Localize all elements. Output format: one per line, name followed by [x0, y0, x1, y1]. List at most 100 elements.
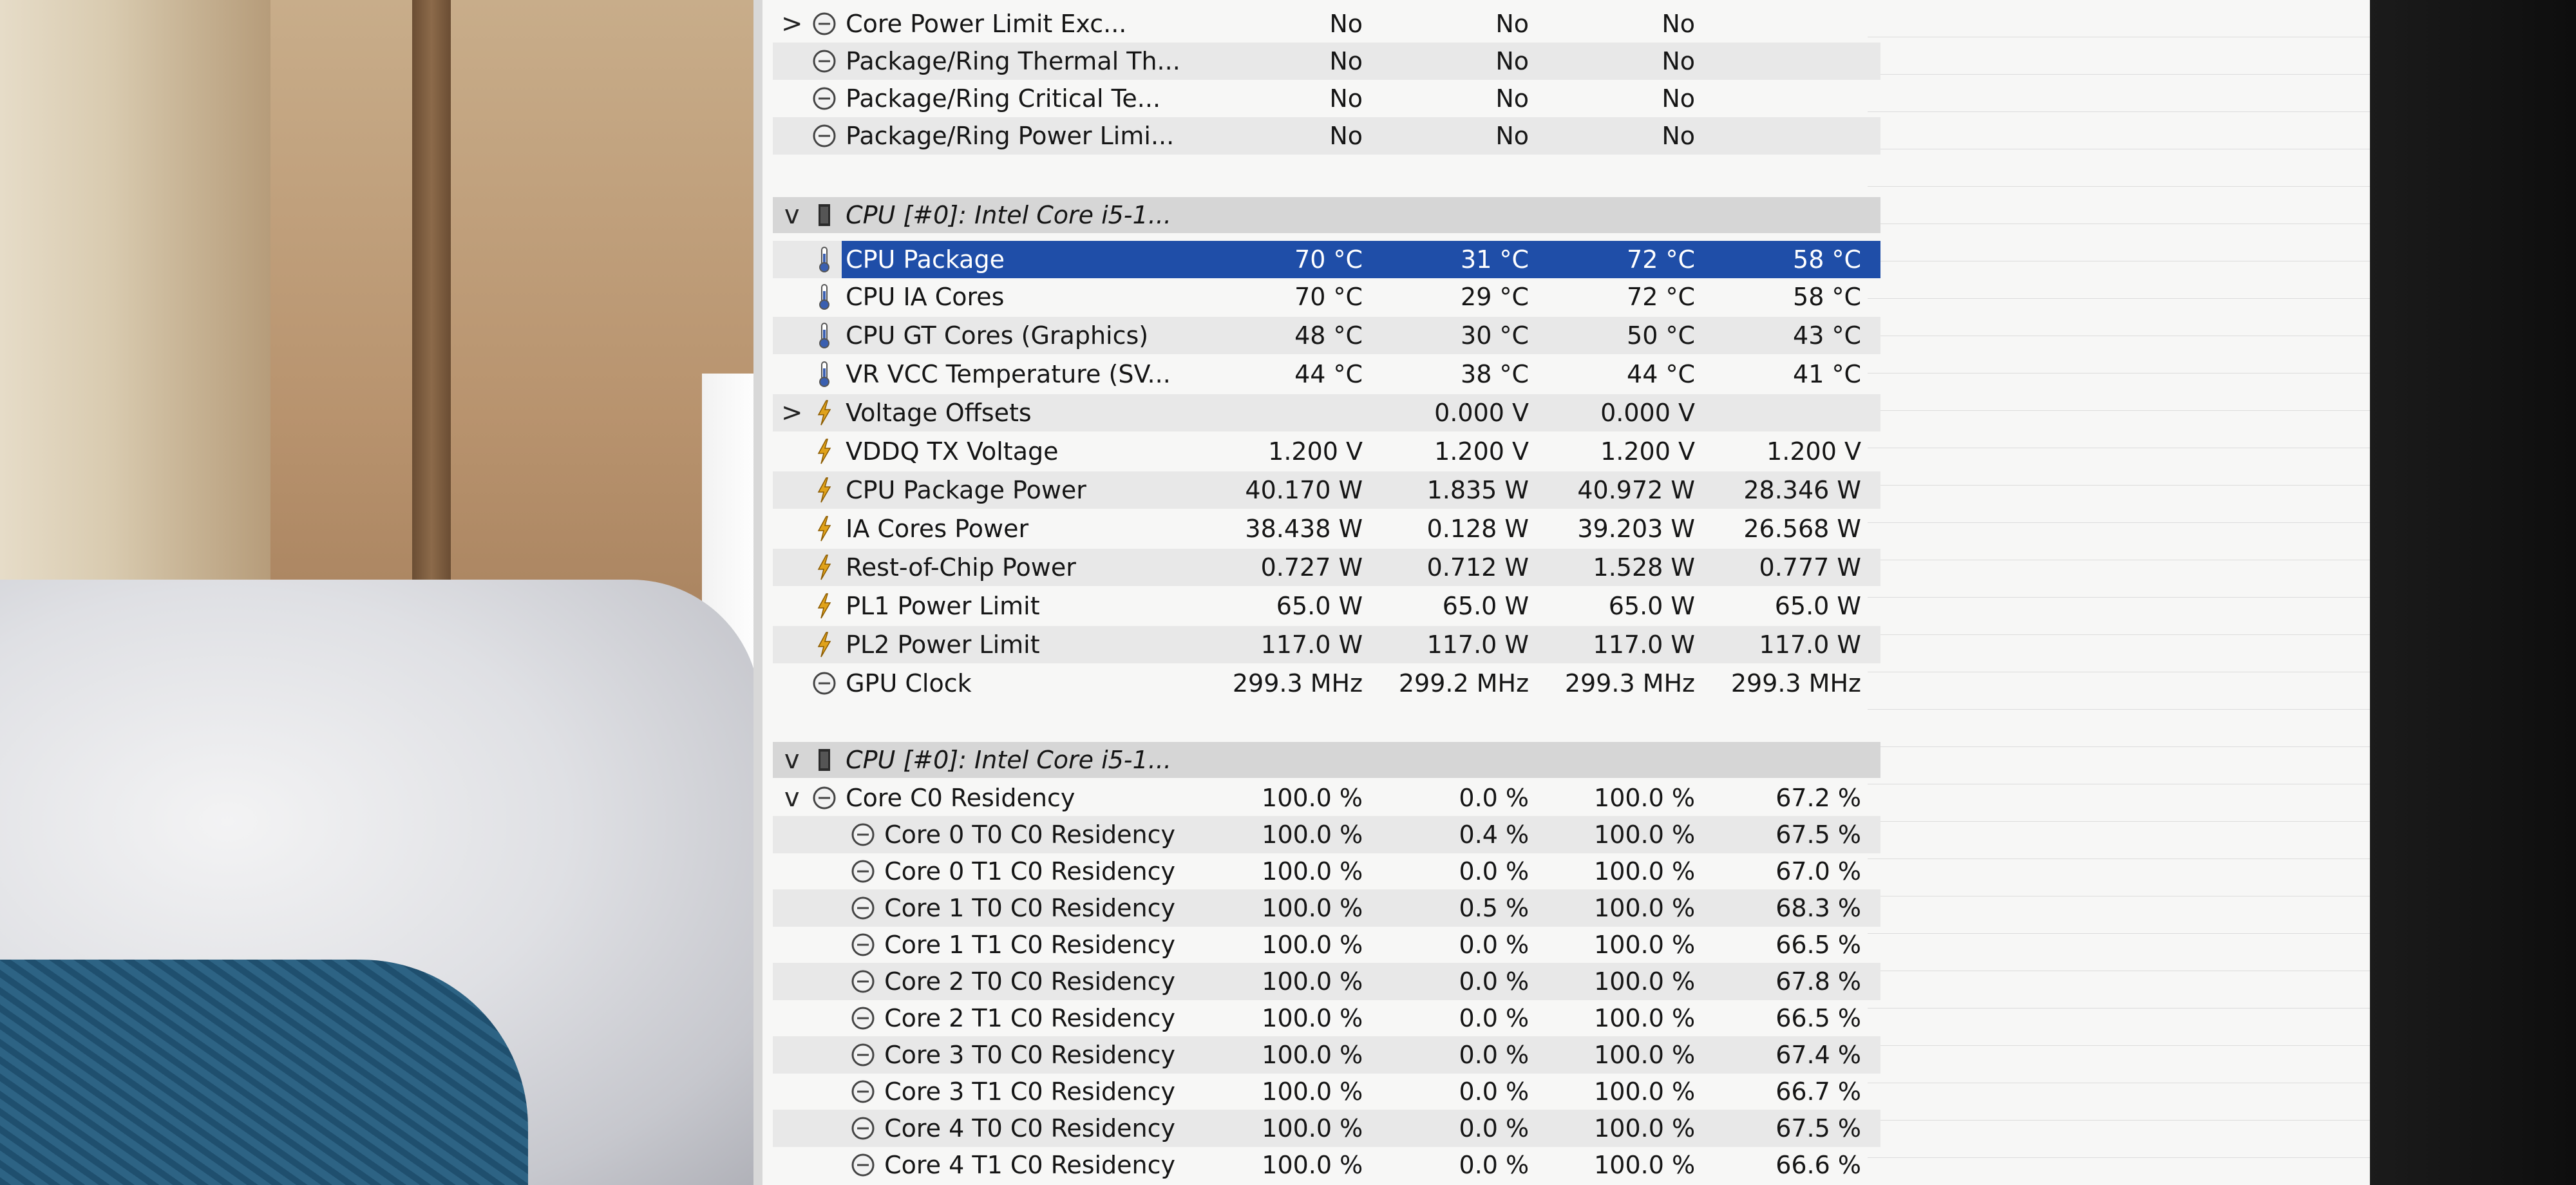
sensor-name: CPU [#0]: Intel Core i5-1...	[846, 746, 1171, 774]
empty-list-area	[1868, 0, 2370, 1185]
minimum-value: 0.0 %	[1459, 1151, 1530, 1179]
chevron-down-icon[interactable]: v	[773, 745, 811, 775]
cpu-chip-icon	[811, 202, 838, 229]
average-value: 26.568 W	[1743, 515, 1861, 543]
chevron-down-icon[interactable]: v	[773, 783, 811, 813]
sensor-group-header[interactable]: v CPU [#0]: Intel Core i5-1...	[773, 197, 1880, 233]
minimum-value: No	[1495, 47, 1530, 75]
average-value	[1714, 394, 1880, 431]
sensor-row[interactable]: Core 0 T1 C0 Residency 100.0 % 0.0 % 100.0 …	[773, 853, 1880, 890]
sensor-row[interactable]: Core 4 T0 C0 Residency 100.0 % 0.0 % 100.0 …	[773, 1110, 1880, 1147]
lightning-bolt-icon	[811, 515, 838, 542]
minimum-value: 1.835 W	[1426, 476, 1530, 504]
sensor-row[interactable]: Package/Ring Thermal Th... No No No	[773, 43, 1880, 80]
sensor-row[interactable]: CPU GT Cores (Graphics) 48 °C 30 °C 50 °C 43…	[773, 317, 1880, 354]
lightning-bolt-icon	[811, 477, 838, 504]
maximum-value: 100.0 %	[1594, 857, 1696, 886]
maximum-value: 72 °C	[1627, 283, 1695, 311]
sensor-name: Package/Ring Thermal Th...	[846, 47, 1180, 75]
sensor-row[interactable]: Core 3 T1 C0 Residency 100.0 % 0.0 % 100.0 …	[773, 1073, 1880, 1110]
average-value: 67.5 %	[1776, 1114, 1861, 1142]
sensor-row[interactable]: VDDQ TX Voltage 1.200 V 1.200 V 1.200 V 1.20…	[773, 433, 1880, 470]
sensor-row[interactable]: VR VCC Temperature (SV... 44 °C 38 °C 44 °C…	[773, 356, 1880, 393]
sensor-row[interactable]: Rest-of-Chip Power 0.727 W 0.712 W 1.528 W 0…	[773, 549, 1880, 586]
current-value: 100.0 %	[1262, 1004, 1363, 1032]
current-value	[1216, 197, 1382, 233]
minimum-value: 29 °C	[1461, 283, 1530, 311]
chevron-right-icon[interactable]: >	[773, 9, 811, 39]
maximum-value: No	[1662, 122, 1695, 150]
sensor-name: Core 1 T1 C0 Residency	[884, 931, 1176, 959]
sensor-name: Package/Ring Critical Te...	[846, 84, 1161, 113]
sensor-name: PL1 Power Limit	[846, 592, 1040, 620]
minimum-value	[1382, 197, 1548, 233]
sensor-name: CPU Package Power	[846, 476, 1086, 504]
clock-icon	[849, 1005, 876, 1032]
minimum-value	[1382, 742, 1548, 778]
minimum-value: 0.0 %	[1459, 931, 1530, 959]
sensor-row[interactable]: PL1 Power Limit 65.0 W 65.0 W 65.0 W 65.0 W	[773, 587, 1880, 625]
sensor-row[interactable]: v Core C0 Residency 100.0 % 0.0 % 100.0 % 67.…	[773, 779, 1880, 817]
maximum-value: 100.0 %	[1594, 820, 1696, 849]
chevron-down-icon[interactable]: v	[773, 200, 811, 230]
sensor-name: Core 4 T1 C0 Residency	[884, 1151, 1176, 1179]
sensor-name: Rest-of-Chip Power	[846, 553, 1076, 582]
sensor-row[interactable]: > Voltage Offsets 0.000 V 0.000 V	[773, 394, 1880, 431]
minimum-value: 0.000 V	[1434, 399, 1530, 427]
average-value	[1714, 43, 1880, 80]
average-value: 67.2 %	[1776, 784, 1861, 812]
sensor-name: CPU GT Cores (Graphics)	[846, 321, 1149, 350]
sensor-row[interactable]: Core 4 T1 C0 Residency 100.0 % 0.0 % 100.0 …	[773, 1146, 1880, 1184]
average-value: 66.7 %	[1776, 1077, 1861, 1106]
lightning-bolt-icon	[811, 631, 838, 658]
sensor-row[interactable]: GPU Clock 299.3 MHz 299.2 MHz 299.3 MHz 299.…	[773, 665, 1880, 702]
current-value: 100.0 %	[1262, 820, 1363, 849]
minimum-value: 0.4 %	[1459, 820, 1530, 849]
maximum-value: 100.0 %	[1594, 1114, 1696, 1142]
maximum-value: 100.0 %	[1594, 931, 1696, 959]
average-value: 58 °C	[1793, 283, 1861, 311]
maximum-value	[1548, 197, 1714, 233]
sensor-row[interactable]: CPU Package Power 40.170 W 1.835 W 40.972 W…	[773, 471, 1880, 509]
sensor-row[interactable]: Core 2 T0 C0 Residency 100.0 % 0.0 % 100.0 …	[773, 963, 1880, 1000]
average-value	[1714, 5, 1880, 43]
maximum-value: 100.0 %	[1594, 1077, 1696, 1106]
current-value: 100.0 %	[1262, 784, 1363, 812]
minimum-value: 30 °C	[1461, 321, 1530, 350]
clock-icon	[811, 85, 838, 112]
maximum-value: 40.972 W	[1577, 476, 1695, 504]
clock-icon	[811, 784, 838, 811]
sensor-group-header[interactable]: v CPU [#0]: Intel Core i5-1...	[773, 742, 1880, 778]
sensor-row[interactable]: > Core Power Limit Exc... No No No	[773, 5, 1880, 43]
sensor-row[interactable]: Core 1 T0 C0 Residency 100.0 % 0.5 % 100.0 …	[773, 889, 1880, 927]
maximum-value: 100.0 %	[1594, 894, 1696, 922]
window-left-edge	[753, 0, 762, 1185]
minimum-value: 0.0 %	[1459, 784, 1530, 812]
sensor-row[interactable]: IA Cores Power 38.438 W 0.128 W 39.203 W 26.…	[773, 510, 1880, 547]
average-value: 67.0 %	[1776, 857, 1861, 886]
current-value: 38.438 W	[1245, 515, 1363, 543]
current-value: 117.0 W	[1260, 630, 1363, 659]
clock-icon	[849, 1041, 876, 1068]
sensor-row[interactable]: Core 3 T0 C0 Residency 100.0 % 0.0 % 100.0 …	[773, 1036, 1880, 1074]
maximum-value: 39.203 W	[1577, 515, 1695, 543]
current-value: 100.0 %	[1262, 931, 1363, 959]
sensor-row[interactable]: Core 0 T0 C0 Residency 100.0 % 0.4 % 100.0 …	[773, 816, 1880, 853]
current-value: 70 °C	[1216, 241, 1383, 278]
average-value: 28.346 W	[1743, 476, 1861, 504]
current-value	[1216, 742, 1382, 778]
average-value: 65.0 W	[1774, 592, 1861, 620]
sensor-row[interactable]: Package/Ring Power Limi... No No No	[773, 117, 1880, 155]
clock-icon	[849, 895, 876, 922]
average-value: 58 °C	[1714, 241, 1880, 278]
chevron-right-icon[interactable]: >	[773, 398, 811, 428]
sensor-row[interactable]: Core 1 T1 C0 Residency 100.0 % 0.0 % 100.0 …	[773, 926, 1880, 963]
sensor-row[interactable]: Package/Ring Critical Te... No No No	[773, 80, 1880, 117]
sensor-row[interactable]: Core 2 T1 C0 Residency 100.0 % 0.0 % 100.0 …	[773, 1000, 1880, 1037]
sensor-row[interactable]: CPU Package 70 °C 31 °C 72 °C 58 °C	[773, 241, 1880, 278]
sensor-row[interactable]: PL2 Power Limit 117.0 W 117.0 W 117.0 W 117.…	[773, 626, 1880, 663]
current-value: 100.0 %	[1262, 857, 1363, 886]
sensor-row[interactable]: CPU IA Cores 70 °C 29 °C 72 °C 58 °C	[773, 278, 1880, 316]
current-value: No	[1329, 47, 1363, 75]
average-value: 299.3 MHz	[1730, 669, 1861, 697]
